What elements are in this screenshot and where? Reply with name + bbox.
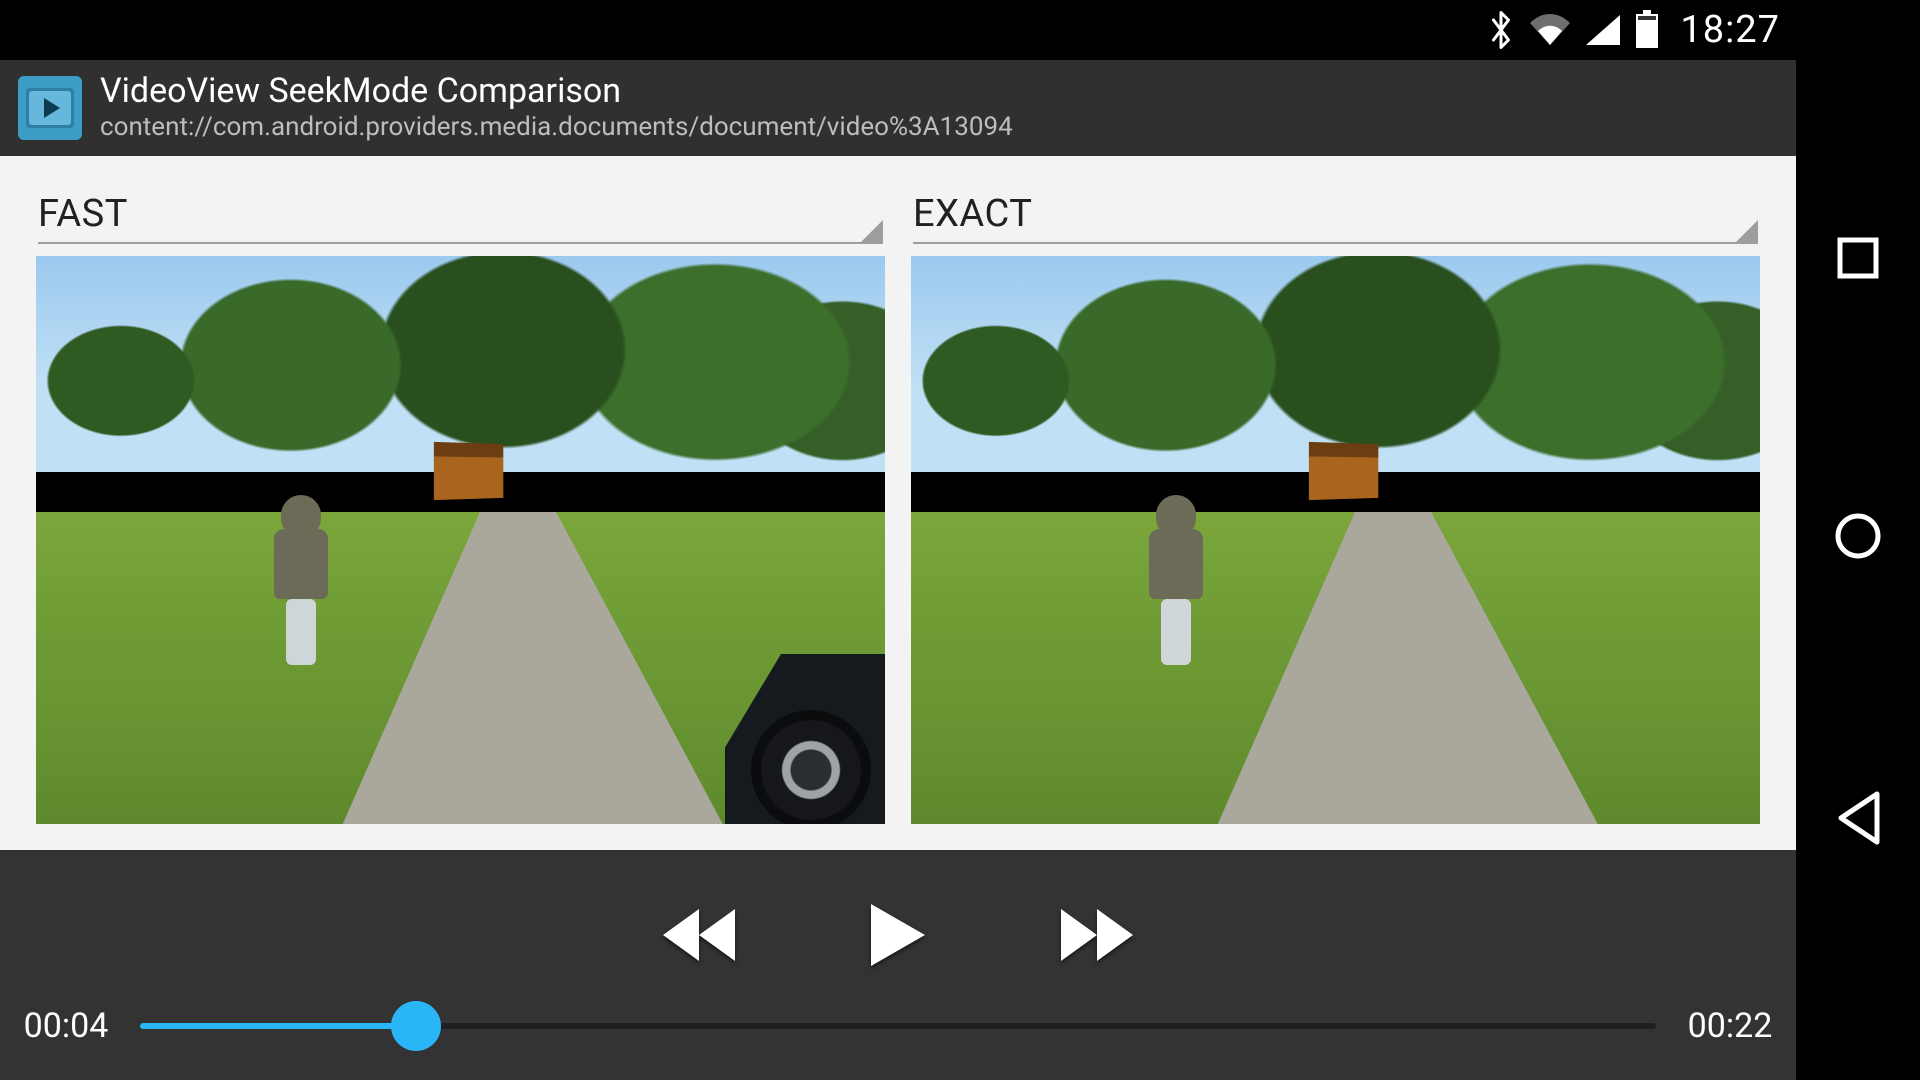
seek-progress xyxy=(140,1023,416,1029)
fast-forward-button[interactable] xyxy=(1053,901,1141,969)
seek-thumb[interactable] xyxy=(391,1001,441,1051)
play-button[interactable] xyxy=(863,896,933,974)
bluetooth-icon xyxy=(1486,10,1516,50)
home-button[interactable] xyxy=(1812,490,1904,582)
chevron-down-icon xyxy=(1736,220,1758,242)
back-button[interactable] xyxy=(1813,770,1903,866)
seek-row: 00:04 00:22 xyxy=(16,998,1780,1054)
app-toolbar: VideoView SeekMode Comparison content://… xyxy=(0,60,1796,156)
video-frame-scene xyxy=(911,256,1760,824)
seekmode-label-left: FAST xyxy=(38,192,128,236)
video-view-right[interactable] xyxy=(911,256,1760,824)
video-view-left[interactable] xyxy=(36,256,885,824)
app-title: VideoView SeekMode Comparison xyxy=(100,72,1013,111)
battery-icon xyxy=(1634,10,1660,50)
seekmode-label-right: EXACT xyxy=(913,192,1032,236)
cell-signal-icon xyxy=(1584,13,1622,47)
seekmode-spinner-right[interactable]: EXACT xyxy=(913,188,1758,244)
panel-fast: FAST xyxy=(36,182,885,824)
status-time: 18:27 xyxy=(1680,8,1780,52)
content-area: FAST xyxy=(0,156,1796,850)
duration-time: 00:22 xyxy=(1680,1006,1780,1046)
seekmode-spinner-left[interactable]: FAST xyxy=(38,188,883,244)
panel-exact: EXACT xyxy=(911,182,1760,824)
media-controller: 00:04 00:22 xyxy=(0,850,1796,1080)
app-icon xyxy=(18,76,82,140)
app-subtitle: content://com.android.providers.media.do… xyxy=(100,111,1013,144)
chevron-down-icon xyxy=(861,220,883,242)
system-nav-bar xyxy=(1796,0,1920,1080)
comparison-panels: FAST xyxy=(36,182,1760,824)
elapsed-time: 00:04 xyxy=(16,1006,116,1046)
recent-apps-button[interactable] xyxy=(1814,214,1902,302)
wifi-icon xyxy=(1528,13,1572,47)
app-titles: VideoView SeekMode Comparison content://… xyxy=(100,72,1013,144)
device-frame: 18:27 VideoView SeekMode Comparison cont… xyxy=(0,0,1920,1080)
rewind-button[interactable] xyxy=(655,901,743,969)
video-frame-scene xyxy=(36,256,885,824)
transport-buttons xyxy=(16,880,1780,990)
seek-bar[interactable] xyxy=(140,998,1656,1054)
status-bar: 18:27 xyxy=(0,0,1796,60)
screen: 18:27 VideoView SeekMode Comparison cont… xyxy=(0,0,1796,1080)
